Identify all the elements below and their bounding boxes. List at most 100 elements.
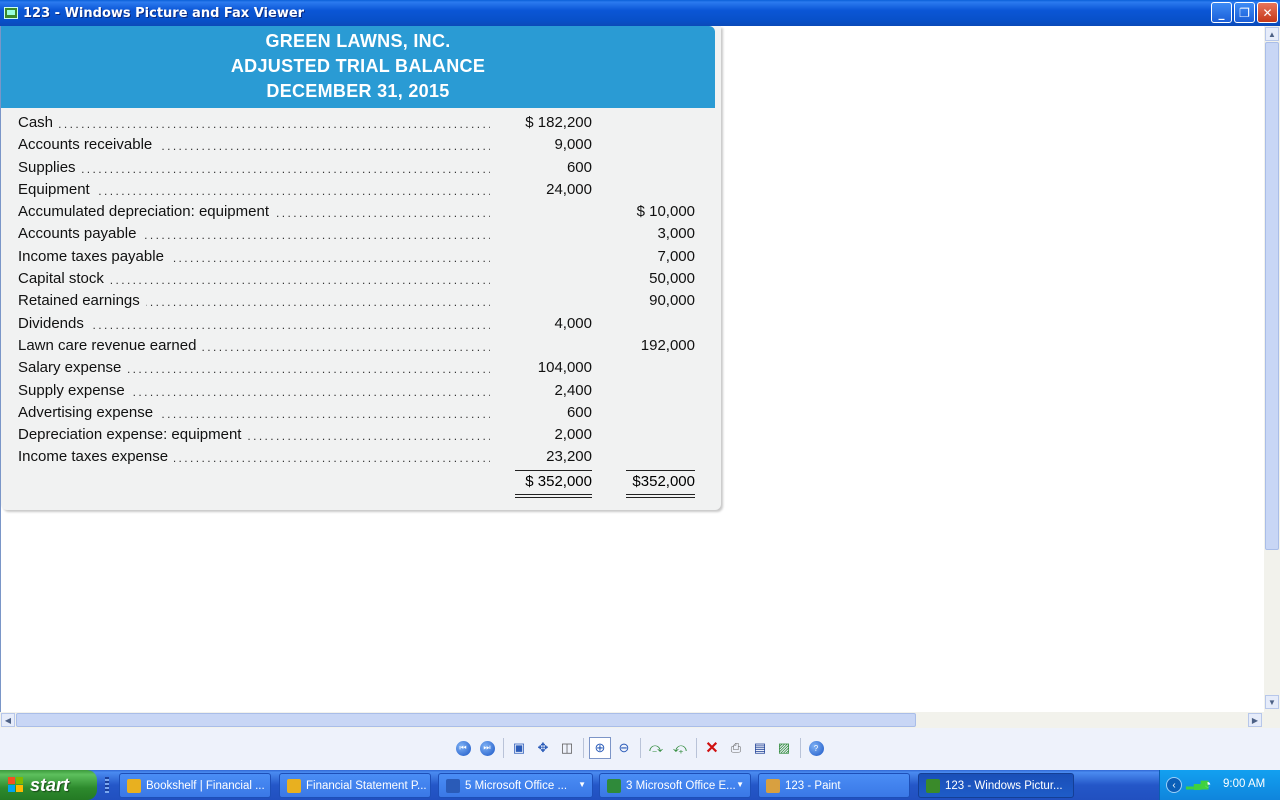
- save-icon[interactable]: ▤: [749, 737, 771, 759]
- start-button[interactable]: start: [0, 770, 97, 800]
- account-name: Supplies: [18, 158, 82, 176]
- total-credit: $352,000: [626, 470, 695, 490]
- account-list: ........................................…: [18, 114, 708, 471]
- actual-size-icon[interactable]: ✥: [532, 737, 554, 759]
- start-label: start: [30, 774, 70, 795]
- viewer-toolbar: ⏮ ⏭ ▣ ✥ ◫ ⊕ ⊖ ⤼ ⤽ ✕ ⎙ ▤ ▨ ?: [0, 728, 1280, 770]
- maximize-button[interactable]: ❐: [1234, 2, 1255, 23]
- horizontal-scroll-thumb[interactable]: [16, 713, 916, 727]
- account-name-cell: ........................................…: [18, 448, 490, 466]
- task-label: 123 - Paint: [785, 779, 841, 792]
- previous-image-icon[interactable]: ⏮: [452, 737, 474, 759]
- task-word-group[interactable]: 5 Microsoft Office ... ▼: [438, 773, 593, 798]
- vertical-scroll-thumb[interactable]: [1265, 42, 1279, 550]
- vertical-scrollbar[interactable]: ▲ ▼: [1264, 26, 1280, 712]
- delete-icon[interactable]: ✕: [701, 737, 723, 759]
- next-image-icon[interactable]: ⏭: [476, 737, 498, 759]
- account-name-cell: ........................................…: [18, 359, 490, 377]
- account-name-cell: ........................................…: [18, 426, 490, 444]
- group-dropdown-icon[interactable]: ▼: [736, 780, 744, 789]
- credit-amount: 192,000: [640, 336, 695, 354]
- minimize-button[interactable]: _: [1211, 2, 1232, 23]
- account-row: ........................................…: [18, 336, 708, 359]
- show-hidden-icons-icon[interactable]: ‹: [1166, 777, 1182, 793]
- help-icon[interactable]: ?: [805, 737, 827, 759]
- task-label: 123 - Windows Pictur...: [945, 779, 1063, 792]
- account-name: Cash: [18, 114, 60, 131]
- debit-amount: 4,000: [554, 314, 592, 332]
- debit-amount: $ 182,200: [525, 114, 592, 131]
- debit-amount: 600: [566, 403, 592, 421]
- toolbar-separator: [800, 738, 801, 758]
- scroll-right-icon[interactable]: ▶: [1248, 713, 1262, 727]
- account-name: Advertising expense: [18, 403, 160, 421]
- scroll-up-icon[interactable]: ▲: [1265, 27, 1279, 41]
- taskbar: start Bookshelf | Financial ... Financial…: [0, 770, 1280, 800]
- task-label: 5 Microsoft Office ...: [465, 779, 568, 792]
- leader-dots: ........................................…: [18, 117, 490, 131]
- security-icon[interactable]: ◔: [1204, 777, 1211, 791]
- picture-viewer-app-icon[interactable]: [4, 7, 18, 19]
- task-paint[interactable]: 123 - Paint: [758, 773, 910, 798]
- account-name: Salary expense: [18, 359, 128, 377]
- account-row: ........................................…: [18, 314, 708, 337]
- account-name-cell: ........................................…: [18, 158, 490, 176]
- rotate-clockwise-icon[interactable]: ⤼: [645, 737, 667, 759]
- total-credit-double-underline: [626, 494, 695, 498]
- clock[interactable]: 9:00 AM: [1223, 778, 1265, 790]
- document-header: GREEN LAWNS, INC. ADJUSTED TRIAL BALANCE…: [1, 26, 715, 108]
- account-row: ........................................…: [18, 114, 708, 136]
- task-label: 3 Microsoft Office E...: [626, 779, 736, 792]
- zoom-out-icon[interactable]: ⊖: [613, 737, 635, 759]
- print-icon[interactable]: ⎙: [725, 737, 747, 759]
- toolbar-separator: [503, 738, 504, 758]
- account-row: ........................................…: [18, 448, 708, 470]
- account-name-cell: ........................................…: [18, 403, 490, 421]
- account-name-cell: ........................................…: [18, 225, 490, 243]
- account-row: ........................................…: [18, 403, 708, 426]
- task-excel-group[interactable]: 3 Microsoft Office E... ▼: [599, 773, 751, 798]
- account-row: ........................................…: [18, 136, 708, 158]
- image-viewport[interactable]: GREEN LAWNS, INC. ADJUSTED TRIAL BALANCE…: [0, 26, 1264, 712]
- credit-amount: $ 10,000: [636, 203, 695, 221]
- task-bookshelf[interactable]: Bookshelf | Financial ...: [119, 773, 271, 798]
- account-row: ........................................…: [18, 247, 708, 270]
- account-name: Lawn care revenue earned: [18, 336, 203, 354]
- report-title: ADJUSTED TRIAL BALANCE: [230, 56, 486, 76]
- account-name: Capital stock: [18, 270, 110, 288]
- debit-amount: 2,400: [554, 381, 592, 399]
- task-financial-statement[interactable]: Financial Statement P...: [279, 773, 431, 798]
- debit-amount: 9,000: [554, 136, 592, 154]
- system-tray: ‹ ▂▄▆ ◔ 9:00 AM: [1159, 770, 1280, 800]
- credit-amount: 50,000: [649, 270, 695, 288]
- task-label: Bookshelf | Financial ...: [146, 779, 265, 792]
- toolbar-separator: [640, 738, 641, 758]
- task-picture-viewer[interactable]: 123 - Windows Pictur...: [918, 773, 1074, 798]
- taskbar-grip[interactable]: [105, 777, 109, 793]
- account-row: ........................................…: [18, 292, 708, 314]
- close-button[interactable]: ✕: [1257, 2, 1278, 23]
- best-fit-icon[interactable]: ▣: [508, 737, 530, 759]
- window-titlebar[interactable]: 123 - Windows Picture and Fax Viewer _ ❐…: [0, 0, 1280, 26]
- task-app-icon: [607, 779, 621, 793]
- slideshow-icon[interactable]: ◫: [556, 737, 578, 759]
- account-row: ........................................…: [18, 381, 708, 404]
- toolbar-separator: [583, 738, 584, 758]
- task-app-icon: [766, 779, 780, 793]
- group-dropdown-icon[interactable]: ▼: [578, 780, 586, 789]
- scroll-down-icon[interactable]: ▼: [1265, 695, 1279, 709]
- open-editor-icon[interactable]: ▨: [773, 737, 795, 759]
- scroll-left-icon[interactable]: ◀: [1, 713, 15, 727]
- account-row: ........................................…: [18, 180, 708, 203]
- horizontal-scrollbar[interactable]: ◀ ▶: [0, 712, 1264, 728]
- zoom-in-icon[interactable]: ⊕: [589, 737, 611, 759]
- account-name-cell: ........................................…: [18, 314, 490, 332]
- account-row: ........................................…: [18, 225, 708, 247]
- debit-amount: 104,000: [537, 359, 592, 377]
- total-debit-double-underline: [515, 494, 592, 498]
- trial-balance-image: GREEN LAWNS, INC. ADJUSTED TRIAL BALANCE…: [1, 26, 721, 510]
- account-name-cell: ........................................…: [18, 270, 490, 288]
- scrollbar-corner: [1264, 712, 1280, 728]
- rotate-counterclockwise-icon[interactable]: ⤽: [669, 737, 691, 759]
- task-app-icon: [127, 779, 141, 793]
